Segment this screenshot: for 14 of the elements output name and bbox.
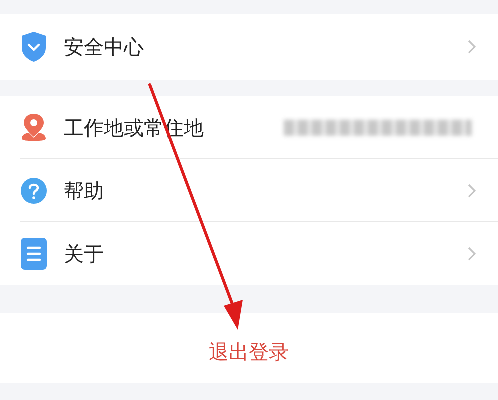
row-label: 帮助 — [64, 178, 104, 204]
settings-row[interactable]: 关于 — [0, 222, 498, 285]
shield-icon — [21, 31, 47, 63]
chevron-right-icon — [468, 184, 476, 198]
document-icon — [20, 236, 48, 270]
chevron-right-icon — [468, 246, 476, 260]
settings-row[interactable]: 帮助 — [0, 159, 498, 222]
logout-button[interactable]: 退出登录 — [209, 337, 289, 367]
settings-row[interactable]: 安全中心 — [0, 14, 498, 80]
chevron-right-icon — [468, 40, 476, 54]
row-label: 安全中心 — [64, 34, 144, 61]
row-label: 关于 — [64, 240, 104, 268]
question-icon — [20, 176, 48, 204]
location-pin-icon — [20, 112, 48, 142]
